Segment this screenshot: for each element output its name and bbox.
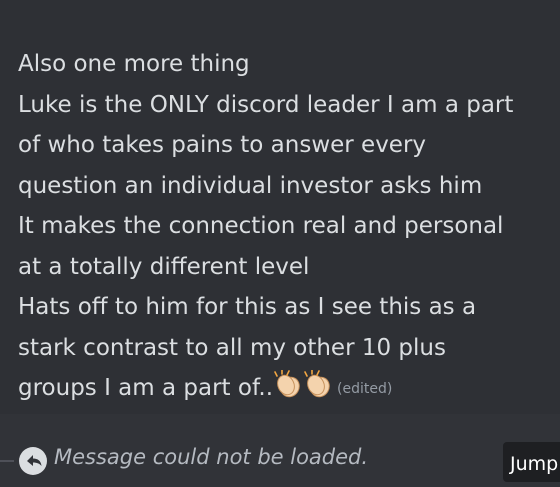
- message-line: of who takes pains to answer every: [18, 132, 427, 158]
- message-line: Also one more thing: [18, 51, 250, 77]
- message-line: Hats off to him for this as I see this a…: [18, 294, 477, 320]
- reply-connector: [0, 460, 14, 462]
- message-line: groups I am a part of..: [18, 375, 273, 401]
- reply-arrow-icon: [19, 447, 47, 475]
- message-last-line: groups I am a part of.. (edited): [18, 368, 558, 410]
- reply-preview[interactable]: Message could not be loaded.: [0, 414, 560, 479]
- edited-label: (edited): [337, 381, 393, 397]
- clapping-hands-icon[interactable]: [303, 369, 333, 400]
- reply-status-text: Message could not be loaded.: [54, 445, 369, 469]
- message-line: It makes the connection real and persona…: [18, 213, 504, 239]
- message-content: Also one more thing Luke is the ONLY dis…: [18, 44, 558, 410]
- jump-button[interactable]: Jump: [503, 442, 560, 482]
- message-line: question an individual investor asks him: [18, 172, 483, 199]
- message-line: at a totally different level: [18, 253, 310, 280]
- chat-message[interactable]: Also one more thing Luke is the ONLY dis…: [0, 0, 560, 414]
- clapping-hands-icon[interactable]: [273, 369, 303, 400]
- message-line: stark contrast to all my other 10 plus: [18, 334, 446, 361]
- message-line: Luke is the ONLY discord leader I am a p…: [18, 91, 514, 118]
